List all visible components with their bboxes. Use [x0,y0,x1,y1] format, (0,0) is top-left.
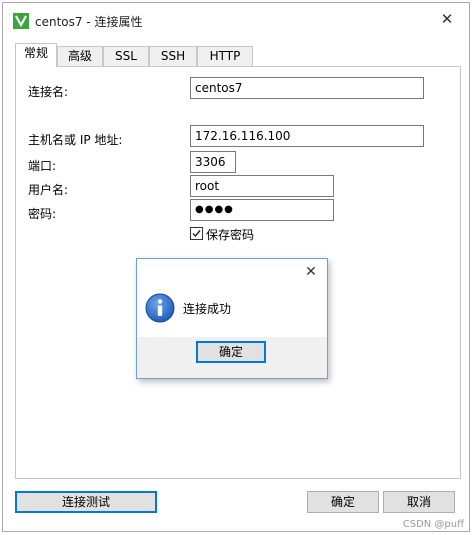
title-bar[interactable]: centos7 - 连接属性 ✕ [3,3,469,39]
port-label: 端口: [28,159,57,173]
cancel-button[interactable]: 取消 [383,491,455,513]
ok-button[interactable]: 确定 [307,491,379,513]
checkmark-icon [192,230,201,238]
tab-advanced[interactable]: 高级 [57,46,103,66]
host-input[interactable]: 172.16.116.100 [190,125,424,147]
info-icon [145,293,175,323]
dialog-close-icon[interactable]: ✕ [303,264,319,280]
connection-name-input[interactable]: centos7 [190,77,424,99]
dialog-message: 连接成功 [183,302,232,316]
watermark: CSDN @puff [402,519,464,530]
connection-name-label: 连接名: [28,85,69,99]
tab-ssl[interactable]: SSL [103,46,149,66]
username-label: 用户名: [28,183,69,197]
tab-http[interactable]: HTTP [197,46,253,66]
tab-ssh[interactable]: SSH [149,46,197,66]
window-close-icon[interactable]: ✕ [439,11,455,27]
connection-success-dialog: ✕ 连接成功 确定 [136,258,328,379]
username-input[interactable]: root [190,175,334,197]
dialog-footer: 确定 [137,337,327,378]
dialog-ok-button[interactable]: 确定 [196,341,266,363]
save-password-checkbox[interactable] [190,227,203,240]
save-password-label: 保存密码 [206,228,255,242]
test-connection-button[interactable]: 连接测试 [15,491,157,513]
port-input[interactable]: 3306 [190,151,236,173]
dialog-body: 连接成功 [137,286,327,337]
window-title: centos7 - 连接属性 [35,15,143,29]
host-label: 主机名或 IP 地址: [28,133,123,147]
password-label: 密码: [28,207,57,221]
password-input[interactable]: ●●●● [190,199,334,221]
navicat-app-icon [13,13,29,29]
tab-general[interactable]: 常规 [15,43,57,67]
